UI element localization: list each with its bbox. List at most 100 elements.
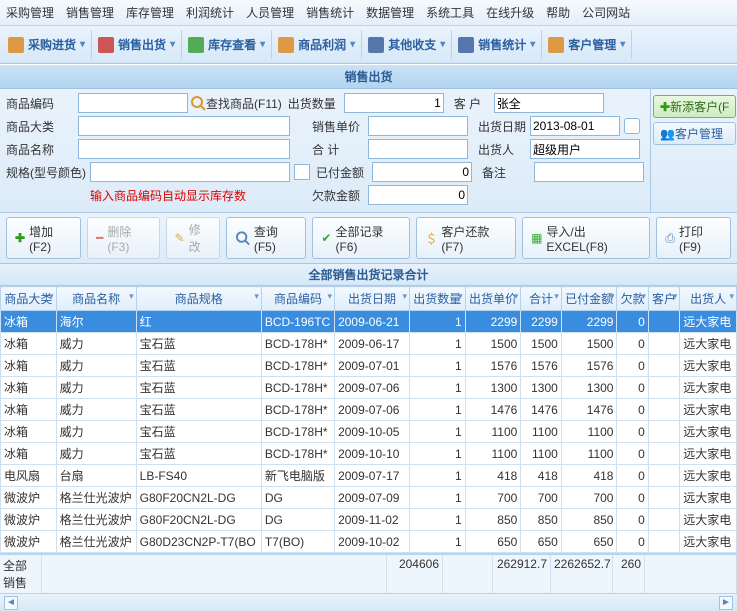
chevron-down-icon[interactable]: ▾ [673,291,678,302]
new-customer-button[interactable]: ✚新添客户(F [653,95,736,118]
col-header[interactable]: 客户▾ [648,287,679,311]
menu-item[interactable]: 利润统计 [186,6,234,20]
cell: 700 [561,487,617,509]
chevron-down-icon[interactable]: ▾ [514,291,519,302]
menu-item[interactable]: 数据管理 [366,6,414,20]
cell: 微波炉 [1,487,57,509]
cell: 850 [561,509,617,531]
toolbar-ledger[interactable]: 其他收支▾ [362,30,452,59]
spec-checkbox[interactable] [294,164,310,180]
menu-item[interactable]: 销售统计 [306,6,354,20]
customer-input[interactable] [494,93,604,113]
chevron-down-icon[interactable]: ▾ [254,291,259,302]
col-header[interactable]: 已付金额▾ [561,287,617,311]
col-header[interactable]: 出货数量▾ [409,287,465,311]
cat-input[interactable] [78,116,290,136]
col-header[interactable]: 出货日期▾ [335,287,410,311]
remark-input[interactable] [534,162,644,182]
table-row[interactable]: 冰箱威力宝石蓝BCD-178H*2009-07-0611476147614760… [1,399,737,421]
print-label: 打印(F9) [679,223,722,254]
chart-icon [458,37,474,53]
menu-item[interactable]: 帮助 [546,6,570,20]
toolbar-profit[interactable]: 商品利润▾ [272,30,362,59]
table-row[interactable]: 微波炉格兰仕光波炉G80F20CN2L-DGDG2009-07-09170070… [1,487,737,509]
qty-input[interactable] [344,93,444,113]
cell: 0 [617,377,648,399]
query-button[interactable]: 查询(F5) [226,217,307,259]
toolbar-stock[interactable]: 库存查看▾ [182,30,272,59]
menu-item[interactable]: 公司网站 [582,6,630,20]
total-input[interactable] [368,139,468,159]
cell: 1 [409,443,465,465]
all-button[interactable]: ✔全部记录(F6) [312,217,410,259]
col-header[interactable]: 商品规格▾ [136,287,261,311]
chevron-down-icon[interactable]: ▾ [458,291,463,302]
table-row[interactable]: 冰箱威力宝石蓝BCD-178H*2009-10-1011100110011000… [1,443,737,465]
scroll-right-icon[interactable]: ► [719,596,733,610]
col-header[interactable]: 商品大类▾ [1,287,57,311]
customer-label: 客 户 [454,95,494,112]
print-button[interactable]: ⎙打印(F9) [656,217,731,259]
col-header[interactable]: 欠款▾ [617,287,648,311]
menu-item[interactable]: 销售管理 [66,6,114,20]
menu-item[interactable]: 在线升级 [486,6,534,20]
cell: BCD-178H* [261,421,334,443]
delete-button[interactable]: ━删除(F3) [87,217,159,259]
toolbar-cart[interactable]: 采购进货▾ [2,30,92,59]
cell: 1476 [465,399,521,421]
chevron-down-icon[interactable]: ▾ [328,291,333,302]
chevron-down-icon[interactable]: ▾ [729,291,734,302]
chevron-down-icon[interactable]: ▾ [610,291,615,302]
code-input[interactable] [78,93,188,113]
col-header[interactable]: 出货单价▾ [465,287,521,311]
toolbar-label: 商品利润 [298,36,346,53]
toolbar: 采购进货▾销售出货▾库存查看▾商品利润▾其他收支▾销售统计▾客户管理▾ [0,26,737,64]
date-input[interactable] [530,116,620,136]
edit-button[interactable]: ✎修改 [166,217,220,259]
col-header[interactable]: 出货人▾ [680,287,737,311]
shipper-input[interactable] [530,139,640,159]
table-row[interactable]: 冰箱威力宝石蓝BCD-178H*2009-10-0511100110011000… [1,421,737,443]
col-header[interactable]: 合计▾ [521,287,561,311]
horizontal-scrollbar[interactable]: ◄ ► [0,593,737,611]
table-row[interactable]: 冰箱威力宝石蓝BCD-178H*2009-07-0611300130013000… [1,377,737,399]
chevron-down-icon[interactable]: ▾ [554,291,559,302]
spec-input[interactable] [90,162,290,182]
table-row[interactable]: 冰箱海尔红BCD-196TC2009-06-2112299229922990远大… [1,311,737,333]
excel-button[interactable]: ▦导入/出EXCEL(F8) [522,217,650,259]
chevron-down-icon[interactable]: ▾ [129,291,134,302]
menu-item[interactable]: 系统工具 [426,6,474,20]
col-header[interactable]: 商品编码▾ [261,287,334,311]
table-row[interactable]: 冰箱威力宝石蓝BCD-178H*2009-07-0111576157615760… [1,355,737,377]
scroll-left-icon[interactable]: ◄ [4,596,18,610]
menu-item[interactable]: 人员管理 [246,6,294,20]
chevron-down-icon: ▾ [80,39,85,50]
chevron-down-icon[interactable]: ▾ [641,291,646,302]
table-row[interactable]: 电风扇台扇LB-FS40新飞电脑版2009-07-1714184184180远大… [1,465,737,487]
cell: DG [261,487,334,509]
cell: 1500 [521,333,561,355]
date-checkbox[interactable] [624,118,640,134]
grid: 商品大类▾商品名称▾商品规格▾商品编码▾出货日期▾出货数量▾出货单价▾合计▾已付… [0,286,737,554]
name-input[interactable] [78,139,290,159]
owe-input[interactable] [368,185,468,205]
table-row[interactable]: 微波炉格兰仕光波炉G80F20CN2L-DGDG2009-11-02185085… [1,509,737,531]
cell: 威力 [56,399,136,421]
table-row[interactable]: 微波炉格兰仕光波炉G80D23CN2P-T7(BOT7(BO)2009-10-0… [1,531,737,553]
add-button[interactable]: ✚增加(F2) [6,217,81,259]
toolbar-box-out[interactable]: 销售出货▾ [92,30,182,59]
menu-item[interactable]: 库存管理 [126,6,174,20]
menu-item[interactable]: 采购管理 [6,6,54,20]
table-row[interactable]: 冰箱威力宝石蓝BCD-178H*2009-06-1711500150015000… [1,333,737,355]
chevron-down-icon[interactable]: ▾ [402,291,407,302]
chevron-down-icon[interactable]: ▾ [49,291,54,302]
cell: 格兰仕光波炉 [56,509,136,531]
toolbar-chart[interactable]: 销售统计▾ [452,30,542,59]
find-product-button[interactable]: 查找商品(F11) [190,95,282,112]
manage-customer-button[interactable]: 👥客户管理 [653,122,736,145]
price-input[interactable] [368,116,468,136]
paid-input[interactable] [372,162,472,182]
col-header[interactable]: 商品名称▾ [56,287,136,311]
repay-button[interactable]: ＄客户还款(F7) [416,217,516,259]
toolbar-users[interactable]: 客户管理▾ [542,30,632,59]
